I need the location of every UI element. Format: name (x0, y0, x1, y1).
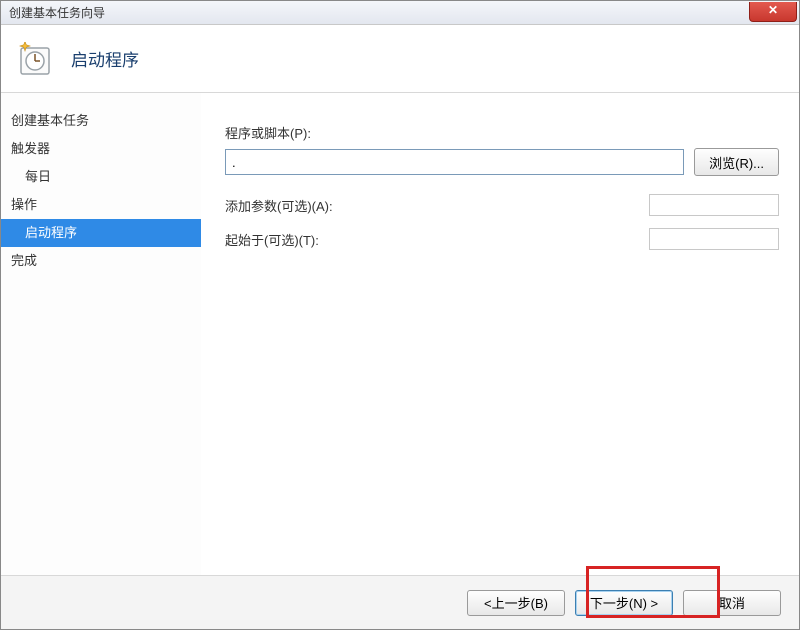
next-button[interactable]: 下一步(N) > (575, 590, 673, 616)
page-title: 启动程序 (71, 46, 139, 71)
cancel-button[interactable]: 取消 (683, 590, 781, 616)
wizard-window: 创建基本任务向导 ✕ 启动程序 创建基本任务 触发器 每日 操作 启动程序 (0, 0, 800, 630)
script-input[interactable] (225, 149, 684, 175)
titlebar: 创建基本任务向导 ✕ (1, 1, 799, 25)
close-button[interactable]: ✕ (749, 2, 797, 22)
startin-label: 起始于(可选)(T): (225, 230, 319, 249)
startin-row: 起始于(可选)(T): (225, 228, 779, 250)
script-row: 浏览(R)... (225, 148, 779, 176)
wizard-footer: <上一步(B) 下一步(N) > 取消 (1, 575, 799, 629)
step-create-task: 创建基本任务 (1, 107, 201, 135)
args-input[interactable] (649, 194, 779, 216)
close-icon: ✕ (768, 3, 778, 17)
wizard-body: 创建基本任务 触发器 每日 操作 启动程序 完成 程序或脚本(P): 浏览(R)… (1, 93, 799, 575)
args-label: 添加参数(可选)(A): (225, 196, 333, 215)
wizard-steps: 创建基本任务 触发器 每日 操作 启动程序 完成 (1, 93, 201, 575)
step-action-start-program: 启动程序 (1, 219, 201, 247)
step-finish: 完成 (1, 247, 201, 275)
back-button[interactable]: <上一步(B) (467, 590, 565, 616)
clock-new-icon (17, 42, 51, 76)
args-row: 添加参数(可选)(A): (225, 194, 779, 216)
step-trigger-daily: 每日 (1, 163, 201, 191)
step-trigger: 触发器 (1, 135, 201, 163)
startin-input[interactable] (649, 228, 779, 250)
script-label: 程序或脚本(P): (225, 123, 779, 142)
browse-button[interactable]: 浏览(R)... (694, 148, 779, 176)
step-action: 操作 (1, 191, 201, 219)
wizard-form: 程序或脚本(P): 浏览(R)... 添加参数(可选)(A): 起始于(可选)(… (201, 93, 799, 575)
wizard-header: 启动程序 (1, 25, 799, 93)
window-title: 创建基本任务向导 (9, 4, 105, 21)
